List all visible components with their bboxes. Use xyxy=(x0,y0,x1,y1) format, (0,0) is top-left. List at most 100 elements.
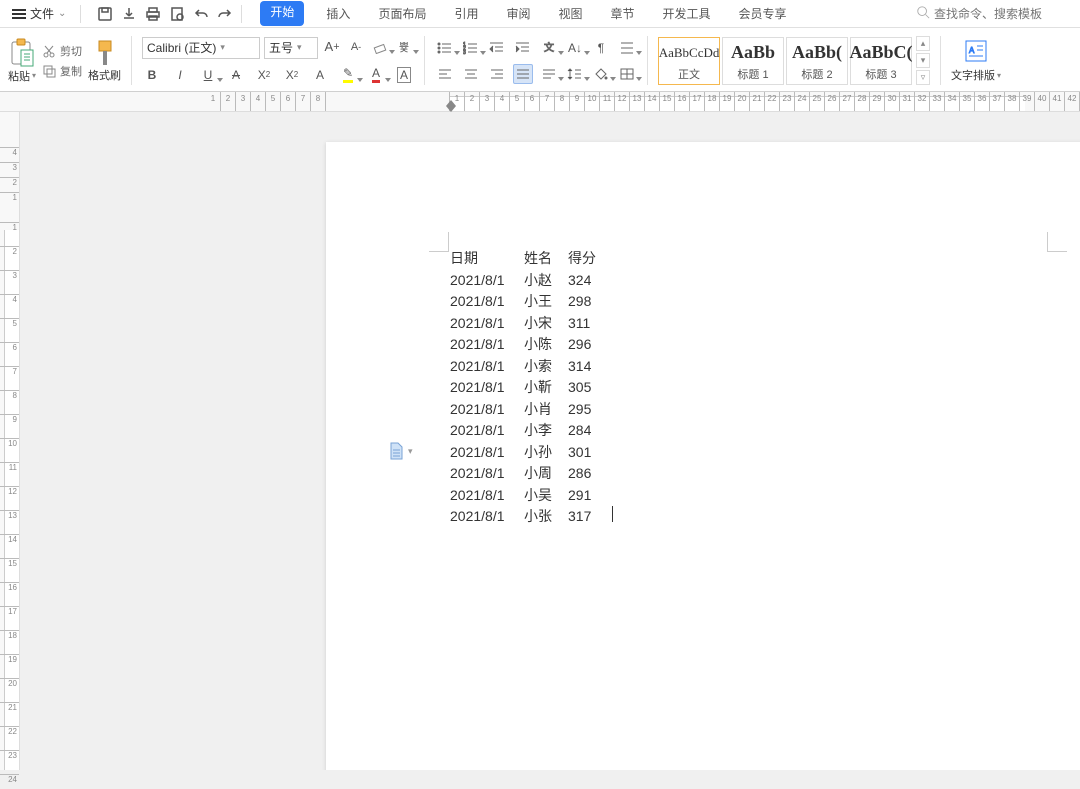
document-body[interactable]: 日期 姓名 得分 2021/8/1小赵3242021/8/1小王2982021/… xyxy=(450,248,613,528)
ruler-tick: 17 xyxy=(0,606,19,621)
underline-button[interactable]: U xyxy=(198,65,218,85)
separator xyxy=(131,36,132,85)
page[interactable]: ▾ 日期 姓名 得分 2021/8/1小赵3242021/8/1小王298202… xyxy=(326,142,1080,770)
ruler-tick: 9 xyxy=(569,92,584,111)
align-justify-button[interactable] xyxy=(513,64,533,84)
ruler-tick: 1 xyxy=(0,192,19,207)
tab-review[interactable]: 审阅 xyxy=(500,1,536,26)
cell-score: 284 xyxy=(568,420,598,442)
italic-button[interactable]: I xyxy=(170,65,190,85)
col-score-header: 得分 xyxy=(568,248,598,270)
tab-view[interactable]: 视图 xyxy=(552,1,588,26)
format-painter-button[interactable]: 格式刷 xyxy=(88,39,121,83)
style-scroll-up[interactable]: ▴ xyxy=(916,36,930,51)
decrease-indent-button[interactable] xyxy=(487,38,507,58)
bold-button[interactable]: B xyxy=(142,65,162,85)
horizontal-ruler[interactable]: 87654321 1234567891011121314151617181920… xyxy=(0,92,1080,112)
font-size-combo[interactable]: 五号▾ xyxy=(264,37,318,59)
distribute-button[interactable] xyxy=(539,64,559,84)
highlight-button[interactable]: ✎ xyxy=(338,65,358,85)
style-heading2[interactable]: AaBb( 标题 2 xyxy=(786,37,848,85)
text-direction-button[interactable]: 文 xyxy=(539,38,559,58)
superscript-button[interactable]: X2 xyxy=(254,65,274,85)
paste-button[interactable]: 粘贴▾ xyxy=(8,38,36,84)
highlighter-icon: ✎ xyxy=(343,66,353,83)
clear-format-button[interactable] xyxy=(370,37,390,57)
print-icon[interactable] xyxy=(145,6,161,22)
page-action-badge[interactable]: ▾ xyxy=(388,442,413,460)
vertical-ruler[interactable]: 4321123456789101112131415161718192021222… xyxy=(0,112,20,770)
ribbon: 粘贴▾ 剪切 复制 格式刷 Calibri (正文)▾ 五号▾ A+ A- 쁓 xyxy=(0,28,1080,92)
decrease-font-button[interactable]: A- xyxy=(346,37,366,57)
cut-button[interactable]: 剪切 xyxy=(42,43,82,59)
ruler-tick: 5 xyxy=(266,92,281,111)
text-layout-button[interactable]: A 文字排版▾ xyxy=(951,38,1001,83)
change-case-button[interactable]: A xyxy=(310,65,330,85)
indent-marker[interactable] xyxy=(446,100,456,110)
ruler-tick: 7 xyxy=(539,92,554,111)
numbering-button[interactable]: 123 xyxy=(461,38,481,58)
increase-font-button[interactable]: A+ xyxy=(322,37,342,57)
ruler-tick: 42 xyxy=(1064,92,1079,111)
align-left-button[interactable] xyxy=(435,64,455,84)
ruler-tick: 32 xyxy=(914,92,929,111)
phonetic-guide-button[interactable]: 쁓 xyxy=(394,37,414,57)
file-menu-button[interactable]: 文件 ⌄ xyxy=(6,3,72,24)
tab-start[interactable]: 开始 xyxy=(260,1,304,26)
show-marks-button[interactable]: ¶ xyxy=(591,38,611,58)
line-spacing-button[interactable] xyxy=(565,64,585,84)
ruler-tick: 18 xyxy=(0,630,19,645)
search-box[interactable] xyxy=(916,5,1074,22)
ruler-tick: 4 xyxy=(494,92,509,111)
indent-left-icon xyxy=(489,41,505,55)
ruler-tick: 7 xyxy=(0,366,19,381)
output-icon[interactable] xyxy=(121,6,137,22)
shading-button[interactable] xyxy=(591,64,611,84)
tab-dev-tools[interactable]: 开发工具 xyxy=(657,1,717,26)
paste-label: 粘贴 xyxy=(8,68,30,84)
align-right-button[interactable] xyxy=(487,64,507,84)
cell-name: 小索 xyxy=(524,356,558,378)
cell-score: 305 xyxy=(568,377,598,399)
char-border-button[interactable]: A xyxy=(394,65,414,85)
cell-name: 小吴 xyxy=(524,485,558,507)
tab-page-layout[interactable]: 页面布局 xyxy=(372,1,432,26)
borders-button[interactable] xyxy=(617,64,637,84)
tab-references[interactable]: 引用 xyxy=(448,1,484,26)
chevron-down-icon: ▾ xyxy=(297,42,302,53)
style-normal[interactable]: AaBbCcDd 正文 xyxy=(658,37,720,85)
copy-button[interactable]: 复制 xyxy=(42,63,82,79)
cell-name: 小孙 xyxy=(524,442,558,464)
redo-icon[interactable] xyxy=(217,6,233,22)
subscript-button[interactable]: X2 xyxy=(282,65,302,85)
ruler-tick: 6 xyxy=(281,92,296,111)
search-input[interactable] xyxy=(934,7,1074,21)
chevron-down-icon: ▾ xyxy=(408,446,413,457)
tab-member[interactable]: 会员专享 xyxy=(733,1,793,26)
undo-icon[interactable] xyxy=(193,6,209,22)
bullets-button[interactable] xyxy=(435,38,455,58)
save-icon[interactable] xyxy=(97,6,113,22)
align-center-button[interactable] xyxy=(461,64,481,84)
style-heading1[interactable]: AaBb 标题 1 xyxy=(722,37,784,85)
strikethrough-button[interactable]: A xyxy=(226,65,246,85)
font-color-button[interactable]: A xyxy=(366,65,386,85)
increase-indent-button[interactable] xyxy=(513,38,533,58)
style-expand[interactable]: ▿ xyxy=(916,70,930,85)
chevron-down-icon: ▾ xyxy=(220,42,225,53)
font-name-combo[interactable]: Calibri (正文)▾ xyxy=(142,37,260,59)
separator xyxy=(424,36,425,85)
ruler-tick: 12 xyxy=(614,92,629,111)
text-cursor xyxy=(612,506,613,522)
ruler-tick: 8 xyxy=(311,92,326,111)
sort-icon: A↓ xyxy=(568,41,582,55)
style-scroll-down[interactable]: ▾ xyxy=(916,53,930,68)
tab-insert[interactable]: 插入 xyxy=(320,1,356,26)
sort-button[interactable]: A↓ xyxy=(565,38,585,58)
style-heading3[interactable]: AaBbC( 标题 3 xyxy=(850,37,912,85)
cell-score: 286 xyxy=(568,463,598,485)
preview-icon[interactable] xyxy=(169,6,185,22)
line-spacing-top-button[interactable] xyxy=(617,38,637,58)
tab-chapter[interactable]: 章节 xyxy=(605,1,641,26)
document-canvas[interactable]: ▾ 日期 姓名 得分 2021/8/1小赵3242021/8/1小王298202… xyxy=(20,112,1080,770)
